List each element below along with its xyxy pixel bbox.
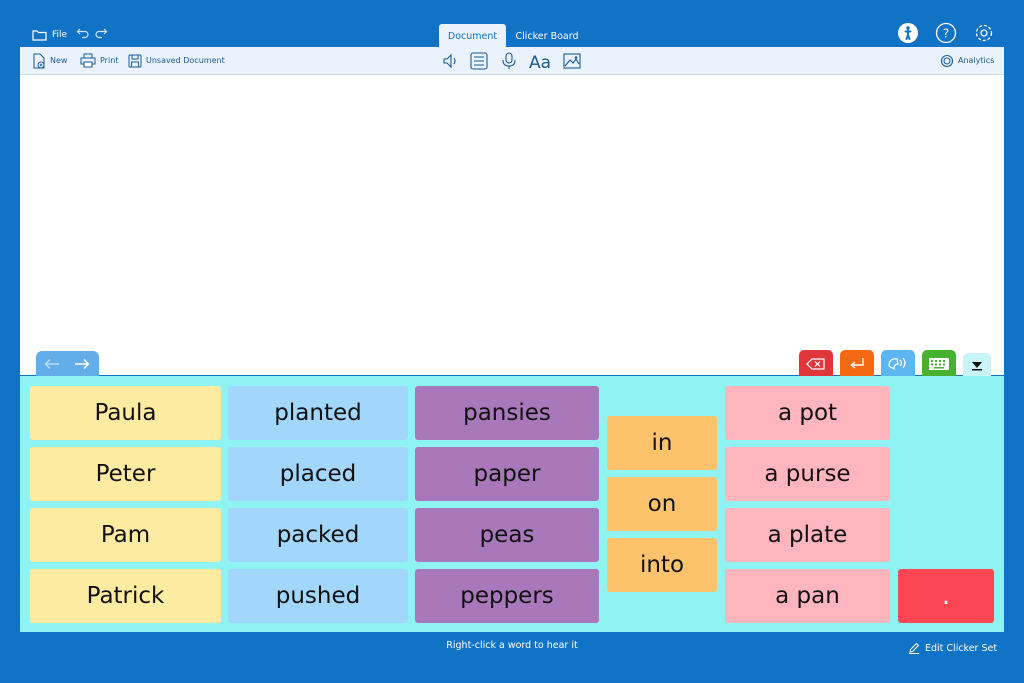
word-list-icon[interactable]	[469, 51, 489, 71]
grid-cell-verb[interactable]: packed	[228, 508, 408, 562]
arrow-left-icon	[44, 358, 59, 370]
grid-cell-name[interactable]: Peter	[30, 447, 221, 501]
new-label: New	[50, 56, 68, 65]
speaker-icon[interactable]	[441, 51, 461, 71]
grid-cell-verb[interactable]: pushed	[228, 569, 408, 623]
keyboard-button[interactable]	[922, 350, 956, 377]
speak-icon	[888, 357, 906, 370]
file-menu-button[interactable]: File	[32, 26, 67, 44]
keyboard-icon	[929, 357, 949, 370]
grid-cell-name[interactable]: Pam	[30, 508, 221, 562]
backspace-button[interactable]	[799, 350, 833, 377]
pencil-icon	[909, 642, 920, 654]
enter-icon	[850, 357, 864, 369]
edit-clicker-set-button[interactable]: Edit Clicker Set	[908, 640, 997, 656]
previous-grid-button[interactable]	[39, 353, 65, 375]
document-editor[interactable]	[20, 75, 1004, 375]
folder-icon	[32, 30, 47, 41]
next-grid-button[interactable]	[69, 353, 95, 375]
arrow-right-icon	[75, 358, 90, 370]
grid-navigation	[36, 351, 99, 377]
printer-icon	[80, 53, 96, 68]
settings-icon[interactable]	[973, 22, 995, 44]
grid-cell-object[interactable]: a purse	[725, 447, 890, 501]
collapse-grid-button[interactable]	[963, 353, 991, 377]
edit-clicker-set-label: Edit Clicker Set	[925, 642, 998, 654]
accessibility-icon[interactable]	[897, 22, 919, 44]
enter-button[interactable]	[840, 350, 874, 377]
file-menu-label: File	[52, 30, 68, 40]
document-toolbar: New Print Unsaved Document Aa Analytics	[20, 47, 1004, 75]
grid-cell-name[interactable]: Patrick	[30, 569, 221, 623]
backspace-icon	[806, 357, 825, 370]
status-hint: Right-click a word to hear it	[446, 640, 578, 651]
font-icon[interactable]: Aa	[528, 51, 554, 71]
analytics-icon	[940, 54, 954, 67]
grid-cell-object[interactable]: a pot	[725, 386, 890, 440]
new-button[interactable]: New	[32, 47, 67, 74]
print-button[interactable]: Print	[80, 47, 118, 74]
grid-cell-verb[interactable]: placed	[228, 447, 408, 501]
undo-icon[interactable]	[76, 26, 90, 40]
clicker-grid: Paula Peter Pam Patrick planted placed p…	[20, 376, 1004, 632]
save-button[interactable]: Unsaved Document	[128, 47, 225, 74]
grid-cell-preposition[interactable]: on	[607, 477, 717, 531]
grid-cell-noun[interactable]: pansies	[415, 386, 599, 440]
collapse-icon	[972, 362, 982, 371]
svg-text:?: ?	[943, 27, 949, 41]
grid-cell-noun[interactable]: peas	[415, 508, 599, 562]
new-document-icon	[33, 53, 45, 68]
grid-cell-noun[interactable]: peppers	[415, 569, 599, 623]
save-icon	[128, 54, 142, 67]
tab-clicker-board[interactable]: Clicker Board	[510, 24, 584, 48]
speak-button[interactable]	[881, 350, 915, 377]
grid-cell-preposition[interactable]: in	[607, 416, 717, 470]
grid-cell-noun[interactable]: paper	[415, 447, 599, 501]
image-icon[interactable]	[562, 51, 582, 71]
microphone-icon[interactable]	[499, 51, 519, 71]
grid-cell-period[interactable]: .	[898, 569, 994, 623]
grid-cell-name[interactable]: Paula	[30, 386, 221, 440]
analytics-button[interactable]: Analytics	[940, 47, 994, 74]
grid-cell-object[interactable]: a plate	[725, 508, 890, 562]
analytics-label: Analytics	[958, 56, 995, 65]
print-label: Print	[100, 56, 119, 65]
title-bar: File Document Clicker Board ?	[0, 0, 1024, 48]
grid-cell-verb[interactable]: planted	[228, 386, 408, 440]
help-icon[interactable]: ?	[935, 22, 957, 44]
grid-cell-object[interactable]: a pan	[725, 569, 890, 623]
redo-icon[interactable]	[94, 26, 108, 40]
svg-text:Aa: Aa	[529, 53, 551, 71]
document-name: Unsaved Document	[146, 56, 225, 65]
grid-cell-preposition[interactable]: into	[607, 538, 717, 592]
tab-document[interactable]: Document	[439, 24, 506, 48]
